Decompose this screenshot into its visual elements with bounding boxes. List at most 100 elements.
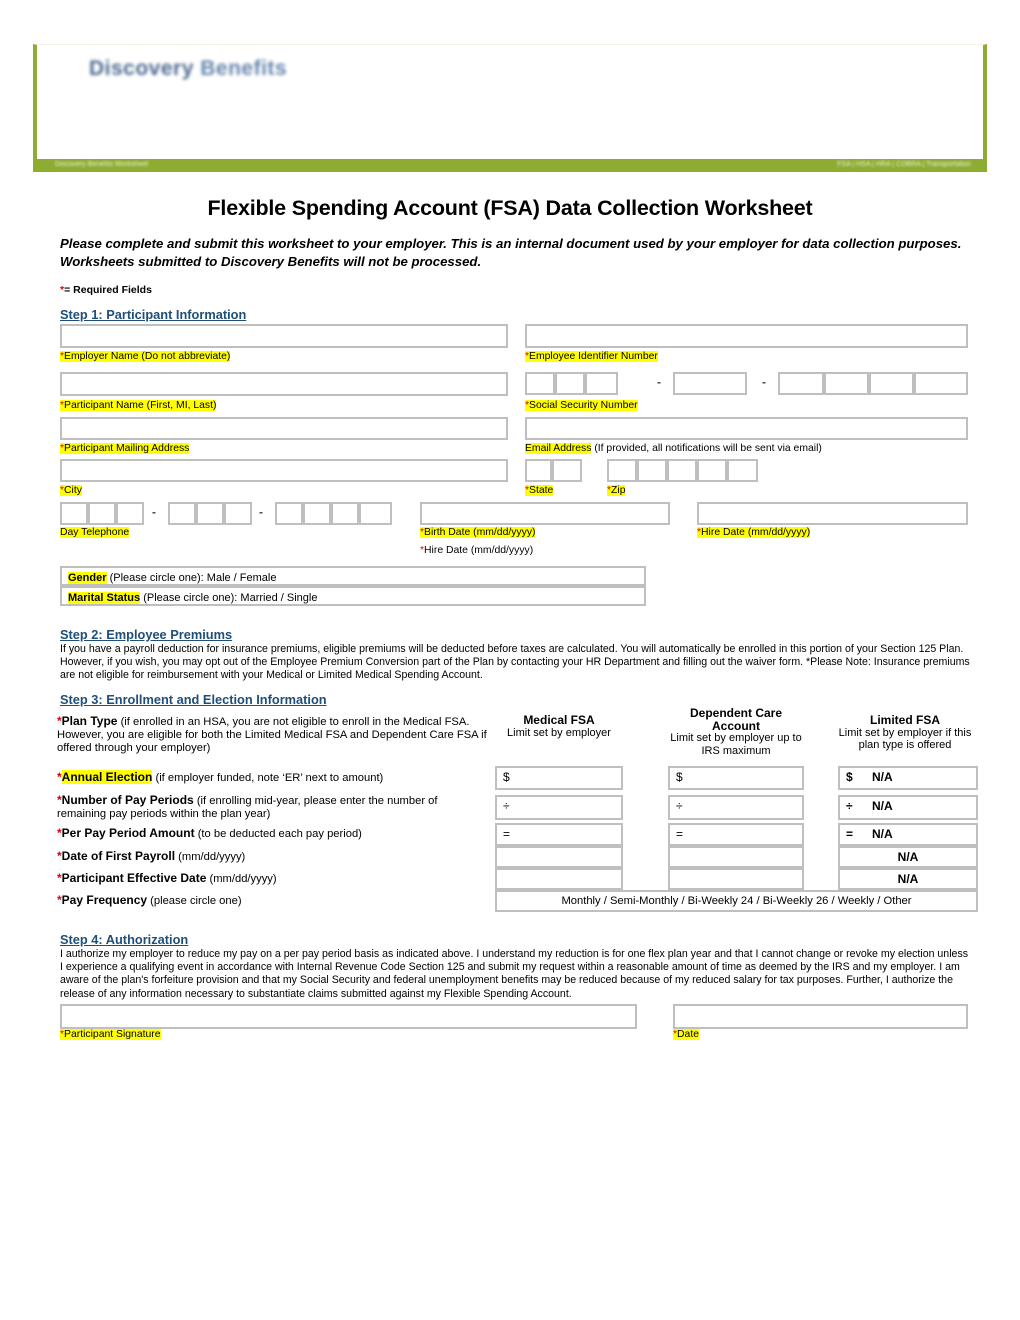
per-pay-period-dependent-input[interactable]: = <box>668 823 804 846</box>
zip-label: *Zip <box>607 485 626 496</box>
zip-digit-5[interactable] <box>727 459 758 482</box>
annual-election-dependent-input[interactable]: $ <box>668 766 804 790</box>
phone-prefix-digit-1[interactable] <box>168 502 196 525</box>
zip-digit-3[interactable] <box>667 459 697 482</box>
participant-signature-input[interactable] <box>60 1004 637 1029</box>
mailing-address-label: *Participant Mailing Address <box>60 443 190 454</box>
step4-body: I authorize my employer to reduce my pay… <box>60 948 969 1000</box>
state-char-1[interactable] <box>525 459 552 482</box>
step1-heading: Step 1: Participant Information <box>60 307 247 322</box>
pay-periods-medical-input[interactable]: ÷ <box>495 795 623 820</box>
ssn-digit-3[interactable] <box>585 372 618 395</box>
required-fields-note: *= Required Fields <box>60 284 152 296</box>
phone-line-digit-1[interactable] <box>275 502 303 525</box>
step2-body: If you have a payroll deduction for insu… <box>60 643 970 682</box>
signature-date-input[interactable] <box>673 1004 968 1029</box>
phone-line-digit-3[interactable] <box>331 502 359 525</box>
discovery-benefits-logo: Discovery Benefits <box>89 57 287 81</box>
ssn-digit-7[interactable] <box>824 372 869 395</box>
column-header-limited-fsa: Limited FSA Limit set by employer if thi… <box>832 714 978 752</box>
gender-row[interactable]: Gender (Please circle one): Male / Femal… <box>60 566 646 586</box>
step2-heading: Step 2: Employee Premiums <box>60 627 233 642</box>
city-input[interactable] <box>60 459 508 482</box>
pay-frequency-options[interactable]: Monthly / Semi-Monthly / Bi-Weekly 24 / … <box>495 890 978 912</box>
phone-line-digit-4[interactable] <box>359 502 392 525</box>
column-header-medical-fsa: Medical FSA Limit set by employer <box>495 714 623 739</box>
marital-status-options[interactable]: (Please circle one): Married / Single <box>143 592 317 604</box>
state-char-2[interactable] <box>552 459 582 482</box>
cell-value: N/A <box>872 770 893 784</box>
ssn-digit-2[interactable] <box>555 372 585 395</box>
column-title: Dependent Care Account <box>689 706 783 733</box>
first-payroll-limited-na: N/A <box>838 846 978 868</box>
equals-symbol: = <box>503 827 511 841</box>
annual-election-medical-input[interactable]: $ <box>495 766 623 790</box>
currency-symbol: $ <box>846 770 853 784</box>
intro-paragraph: Please complete and submit this workshee… <box>60 236 962 269</box>
step3-heading: Step 3: Enrollment and Election Informat… <box>60 692 327 707</box>
column-title: Medical FSA <box>523 713 595 727</box>
logo-word-secondary: Benefits <box>200 57 288 80</box>
phone-prefix-digit-3[interactable] <box>224 502 252 525</box>
divide-symbol: ÷ <box>846 799 853 813</box>
hire-date-input[interactable] <box>697 502 968 525</box>
phone-line-digit-2[interactable] <box>303 502 331 525</box>
logo-word-primary: Discovery <box>89 57 194 80</box>
participant-signature-label: *Participant Signature <box>60 1029 161 1040</box>
employer-name-label: *Employer Name (Do not abbreviate) <box>60 351 231 362</box>
ssn-digit-8[interactable] <box>869 372 914 395</box>
mailing-address-input[interactable] <box>60 417 508 440</box>
zip-digit-2[interactable] <box>637 459 667 482</box>
ssn-digit-1[interactable] <box>525 372 555 395</box>
annual-election-limited-na: $ N/A <box>838 766 978 790</box>
required-fields-text: = Required Fields <box>64 284 152 296</box>
participant-name-input[interactable] <box>60 372 508 396</box>
marital-status-row[interactable]: Marital Status (Please circle one): Marr… <box>60 586 646 606</box>
header-green-bar: Discovery Benefits Worksheet FSA | HSA |… <box>33 159 987 172</box>
zip-digit-4[interactable] <box>697 459 727 482</box>
ssn-digit-9[interactable] <box>914 372 968 395</box>
per-pay-period-limited-na: = N/A <box>838 823 978 846</box>
birth-date-label: *Birth Date (mm/dd/yyyy) <box>420 527 536 538</box>
date-of-first-payroll-label: *Date of First Payroll (mm/dd/yyyy) <box>57 849 246 864</box>
phone-prefix-digit-2[interactable] <box>196 502 224 525</box>
participant-effective-date-label: *Participant Effective Date (mm/dd/yyyy) <box>57 871 277 886</box>
per-pay-period-medical-input[interactable]: = <box>495 823 623 846</box>
phone-area-digit-3[interactable] <box>116 502 144 525</box>
plan-type-label: *Plan Type (if enrolled in an HSA, you a… <box>57 714 487 755</box>
cell-value: N/A <box>897 850 919 864</box>
phone-dash-2: - <box>259 505 263 519</box>
phone-area-digit-2[interactable] <box>88 502 116 525</box>
header-bar-left-text: Discovery Benefits Worksheet <box>55 161 149 168</box>
employee-identifier-input[interactable] <box>525 324 968 348</box>
signature-date-label: *Date <box>673 1029 699 1040</box>
cell-value: N/A <box>872 799 893 813</box>
column-title: Limited FSA <box>869 713 940 727</box>
email-address-input[interactable] <box>525 417 968 440</box>
column-subtitle: Limit set by employer <box>507 726 611 739</box>
number-of-pay-periods-label: *Number of Pay Periods (if enrolling mid… <box>57 793 438 821</box>
city-label: *City <box>60 485 82 496</box>
pay-periods-dependent-input[interactable]: ÷ <box>668 795 804 820</box>
effective-date-medical-input[interactable] <box>495 868 623 890</box>
step4-heading: Step 4: Authorization <box>60 932 189 947</box>
column-header-dependent-care: Dependent Care Account Limit set by empl… <box>668 707 804 757</box>
ssn-group-2[interactable] <box>673 372 747 395</box>
equals-symbol: = <box>846 827 854 841</box>
pay-periods-limited-na: ÷ N/A <box>838 795 978 820</box>
first-payroll-medical-input[interactable] <box>495 846 623 868</box>
hire-date-label-duplicate: *Hire Date (mm/dd/yyyy) <box>420 545 534 556</box>
state-label: *State <box>525 485 554 496</box>
employer-name-input[interactable] <box>60 324 508 348</box>
ssn-digit-6[interactable] <box>778 372 824 395</box>
hire-date-label: *Hire Date (mm/dd/yyyy) <box>697 527 811 538</box>
column-subtitle: Limit set by employer if this plan type … <box>838 726 972 752</box>
zip-digit-1[interactable] <box>607 459 637 482</box>
header-bar-right-nav: FSA | HSA | HRA | COBRA | Transportation <box>837 161 971 168</box>
gender-options[interactable]: (Please circle one): Male / Female <box>110 572 277 584</box>
first-payroll-dependent-input[interactable] <box>668 846 804 868</box>
divide-symbol: ÷ <box>503 799 510 813</box>
phone-area-digit-1[interactable] <box>60 502 88 525</box>
birth-date-input[interactable] <box>420 502 670 525</box>
effective-date-dependent-input[interactable] <box>668 868 804 890</box>
